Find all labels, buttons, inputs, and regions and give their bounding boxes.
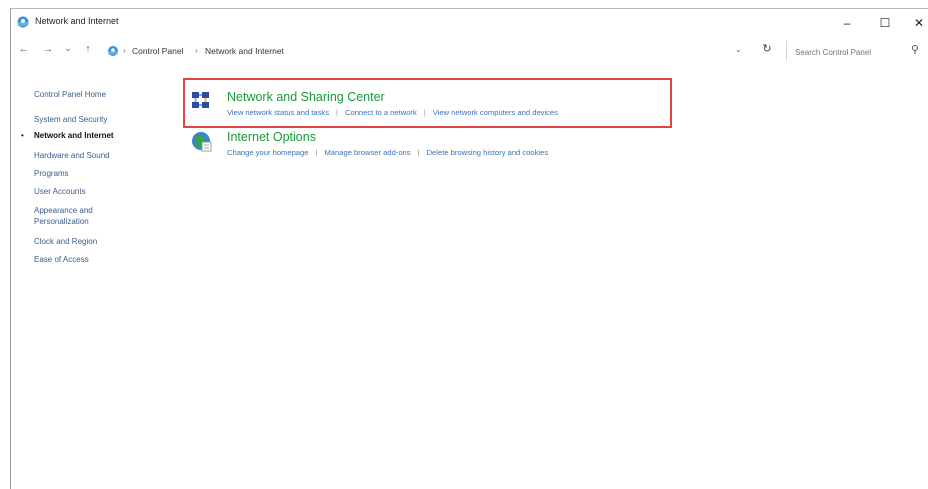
link-change-homepage[interactable]: Change your homepage xyxy=(227,148,308,157)
current-item-bullet: • xyxy=(21,131,24,140)
refresh-button[interactable]: ↻ xyxy=(759,42,775,55)
breadcrumb-network-and-internet[interactable]: Network and Internet xyxy=(205,46,284,56)
sidebar-item-system-and-security[interactable]: System and Security xyxy=(34,115,107,124)
breadcrumb-separator: › xyxy=(195,46,198,55)
address-row: ← → ⌄ ↑ › Control Panel › Network and In… xyxy=(11,39,928,65)
sidebar-item-programs[interactable]: Programs xyxy=(34,169,69,178)
link-delete-browsing-history[interactable]: Delete browsing history and cookies xyxy=(427,148,549,157)
close-button[interactable]: ✕ xyxy=(909,13,928,33)
window-title: Network and Internet xyxy=(35,16,119,26)
control-panel-window: Network and Internet – ☐ ✕ ← → ⌄ ↑ › Con… xyxy=(10,8,928,489)
address-dropdown-button[interactable]: ⌄ xyxy=(735,45,742,54)
sidebar-item-user-accounts[interactable]: User Accounts xyxy=(34,187,86,196)
category-title-internet-options[interactable]: Internet Options xyxy=(227,130,316,144)
link-manage-browser-add-ons[interactable]: Manage browser add-ons xyxy=(324,148,410,157)
sidebar-item-network-and-internet: Network and Internet xyxy=(34,131,114,140)
link-separator: | xyxy=(417,148,420,157)
sidebar-item-appearance[interactable]: Appearance and xyxy=(34,206,93,215)
breadcrumb-separator: › xyxy=(123,46,126,55)
search-icon[interactable]: ⚲ xyxy=(911,43,919,56)
highlight-box xyxy=(183,78,672,128)
link-separator: | xyxy=(315,148,318,157)
address-bar[interactable]: › Control Panel › Network and Internet xyxy=(107,40,753,62)
control-panel-icon xyxy=(108,46,118,56)
back-button[interactable]: ← xyxy=(17,43,31,55)
breadcrumb-control-panel[interactable]: Control Panel xyxy=(132,46,184,56)
recent-locations-button[interactable]: ⌄ xyxy=(61,43,75,54)
search-box[interactable]: ⚲ xyxy=(786,41,928,61)
sidebar-item-clock-and-region[interactable]: Clock and Region xyxy=(34,237,97,246)
title-bar: Network and Internet – ☐ ✕ xyxy=(11,9,928,37)
category-links: Change your homepage | Manage browser add-… xyxy=(227,148,548,157)
sidebar-item-control-panel-home[interactable]: Control Panel Home xyxy=(34,90,106,99)
forward-button[interactable]: → xyxy=(41,43,55,55)
minimize-button[interactable]: – xyxy=(833,13,861,33)
sidebar-item-personalization[interactable]: Personalization xyxy=(34,217,89,226)
maximize-button[interactable]: ☐ xyxy=(871,13,899,33)
sidebar-item-hardware-and-sound[interactable]: Hardware and Sound xyxy=(34,151,110,160)
search-input[interactable] xyxy=(793,44,907,60)
internet-options-icon[interactable] xyxy=(189,129,213,153)
up-button[interactable]: ↑ xyxy=(81,43,95,55)
sidebar-item-ease-of-access[interactable]: Ease of Access xyxy=(34,255,89,264)
control-panel-icon xyxy=(17,16,29,28)
